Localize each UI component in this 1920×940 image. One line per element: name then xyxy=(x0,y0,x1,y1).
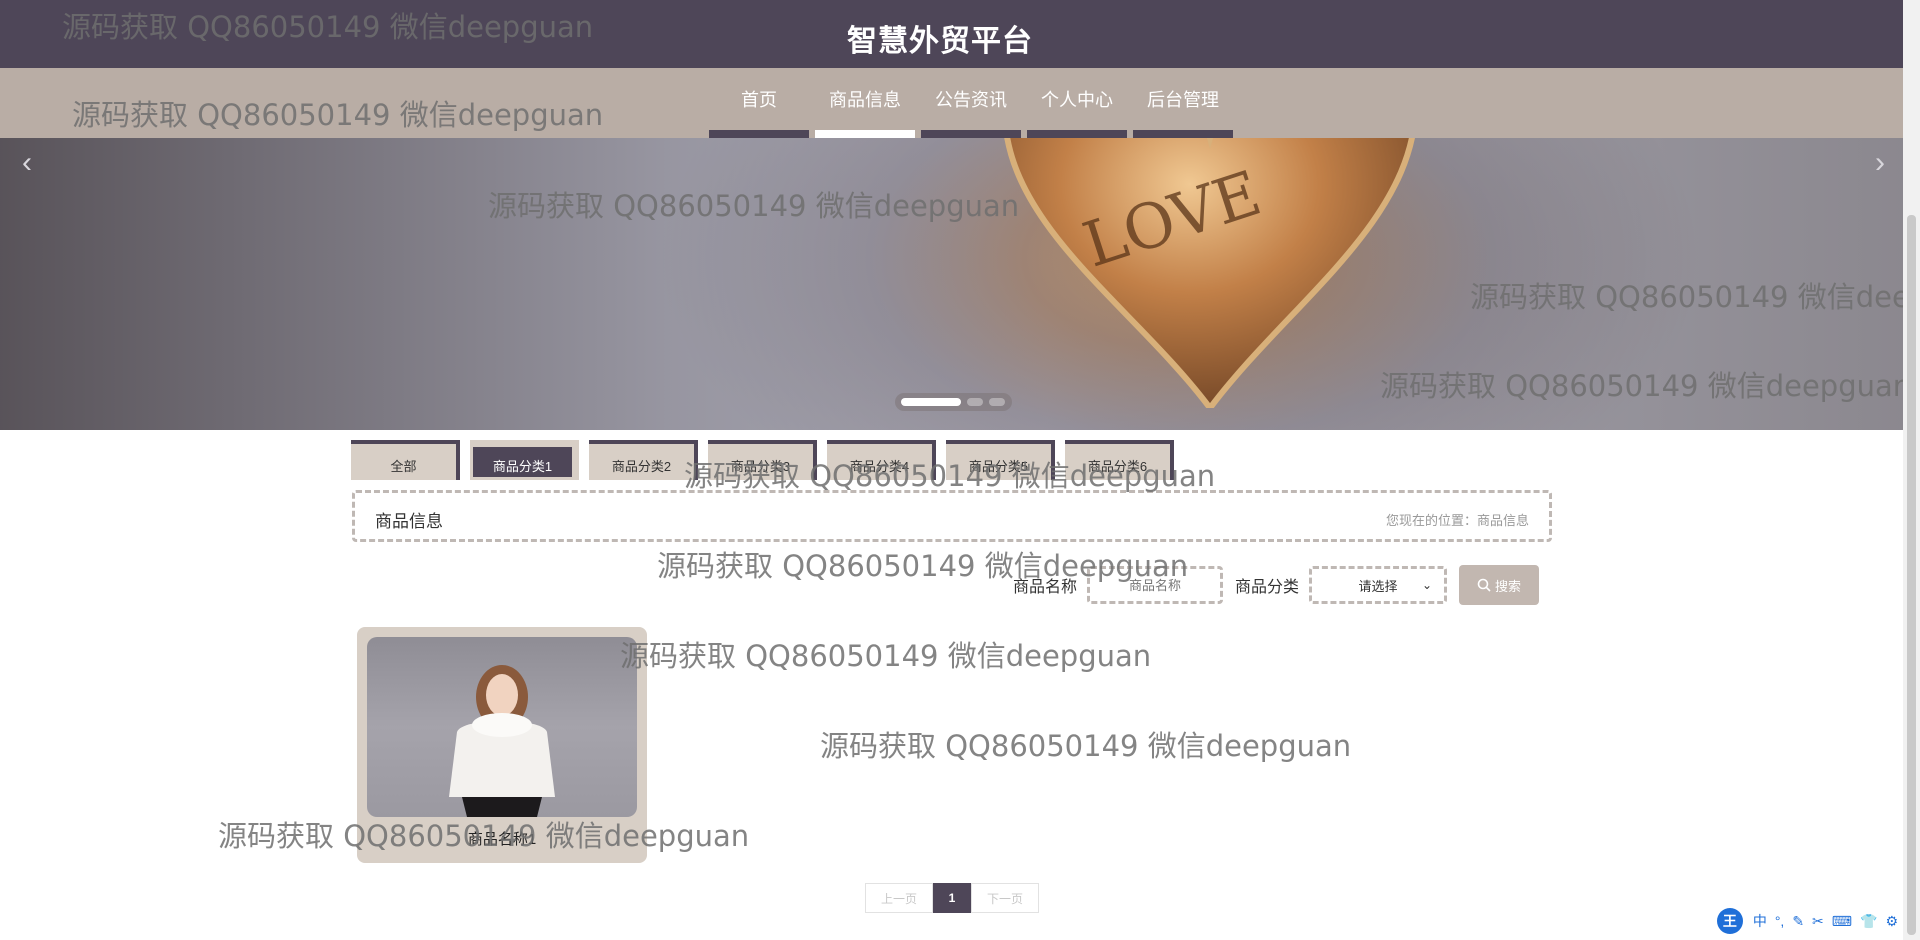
ime-settings-icon[interactable]: ⚙ xyxy=(1885,913,1898,930)
ime-punct-icon[interactable]: °, xyxy=(1775,913,1785,929)
nav-item-profile[interactable]: 个人中心 xyxy=(1027,68,1127,138)
pagination: 上一页 1 下一页 xyxy=(865,883,1039,913)
section-header: 商品信息 您现在的位置：商品信息 xyxy=(352,490,1552,542)
category-tab-5[interactable]: 商品分类5 xyxy=(946,440,1055,480)
top-bar: 智慧外贸平台 xyxy=(0,0,1903,68)
category-tab-6[interactable]: 商品分类6 xyxy=(1065,440,1174,480)
category-tab-2[interactable]: 商品分类2 xyxy=(589,440,698,480)
nav-item-home[interactable]: 首页 xyxy=(709,68,809,138)
category-tab-4[interactable]: 商品分类4 xyxy=(827,440,936,480)
watermark: 源码获取 QQ86050149 微信deepguan xyxy=(820,729,1352,763)
ime-scissors-icon[interactable]: ✂ xyxy=(1812,913,1824,930)
banner-dot-3[interactable] xyxy=(989,398,1005,406)
banner-prev-arrow-icon[interactable]: ‹ xyxy=(22,146,32,180)
heart-pendant-image: LOVE xyxy=(1004,138,1415,408)
site-title: 智慧外贸平台 xyxy=(847,25,1033,58)
banner-indicators xyxy=(895,393,1012,411)
ime-pen-icon[interactable]: ✎ xyxy=(1792,913,1804,930)
product-name: 商品名称1 xyxy=(467,831,537,848)
ime-toolbar: 王 中 °, ✎ ✂ ⌨ 👕 ⚙ xyxy=(1716,908,1902,934)
banner-dot-2[interactable] xyxy=(967,398,983,406)
banner-carousel[interactable]: LOVE ‹ › xyxy=(0,138,1903,430)
ime-skin-icon[interactable]: 👕 xyxy=(1860,913,1877,930)
category-label: 商品分类 xyxy=(1235,579,1300,596)
nav-item-products[interactable]: 商品信息 xyxy=(815,68,915,138)
search-icon xyxy=(1477,578,1491,592)
product-name-input[interactable] xyxy=(1087,566,1224,604)
category-select[interactable]: 请选择 ⌄ xyxy=(1309,566,1448,604)
search-bar: 商品名称 商品分类 请选择 ⌄ 搜索 xyxy=(1013,565,1540,605)
ime-keyboard-icon[interactable]: ⌨ xyxy=(1832,913,1852,930)
product-photo-figure xyxy=(449,665,555,817)
category-tab-1[interactable]: 商品分类1 xyxy=(470,440,579,480)
page-scrollbar[interactable] xyxy=(1903,0,1920,940)
main-nav: 首页 商品信息 公告资讯 个人中心 后台管理 xyxy=(709,68,1239,138)
category-tabs: 全部 商品分类1 商品分类2 商品分类3 商品分类4 商品分类5 商品分类6 xyxy=(351,440,1184,480)
breadcrumb: 您现在的位置：商品信息 xyxy=(1385,513,1529,528)
scrollbar-thumb[interactable] xyxy=(1907,215,1916,935)
banner-dot-1[interactable] xyxy=(901,398,961,406)
page-number-1[interactable]: 1 xyxy=(933,883,971,913)
next-page-button[interactable]: 下一页 xyxy=(971,883,1039,913)
ime-logo-icon[interactable]: 王 xyxy=(1716,908,1743,934)
banner-next-arrow-icon[interactable]: › xyxy=(1875,146,1885,180)
watermark: 源码获取 QQ86050149 微信deepguan xyxy=(620,639,1152,673)
chevron-down-icon: ⌄ xyxy=(1421,578,1433,592)
product-card[interactable]: 商品名称1 xyxy=(357,627,647,863)
ime-lang-icon[interactable]: 中 xyxy=(1753,911,1767,931)
nav-item-admin[interactable]: 后台管理 xyxy=(1133,68,1233,138)
search-button[interactable]: 搜索 xyxy=(1459,565,1540,605)
product-name-label: 商品名称 xyxy=(1013,579,1078,596)
search-button-label: 搜索 xyxy=(1495,578,1522,594)
section-title: 商品信息 xyxy=(375,512,443,531)
category-select-value: 请选择 xyxy=(1358,578,1398,594)
prev-page-button[interactable]: 上一页 xyxy=(865,883,933,913)
category-tab-3[interactable]: 商品分类3 xyxy=(708,440,817,480)
product-image xyxy=(367,637,637,817)
category-tab-all[interactable]: 全部 xyxy=(351,440,460,480)
nav-item-news[interactable]: 公告资讯 xyxy=(921,68,1021,138)
banner-background xyxy=(0,138,1903,430)
